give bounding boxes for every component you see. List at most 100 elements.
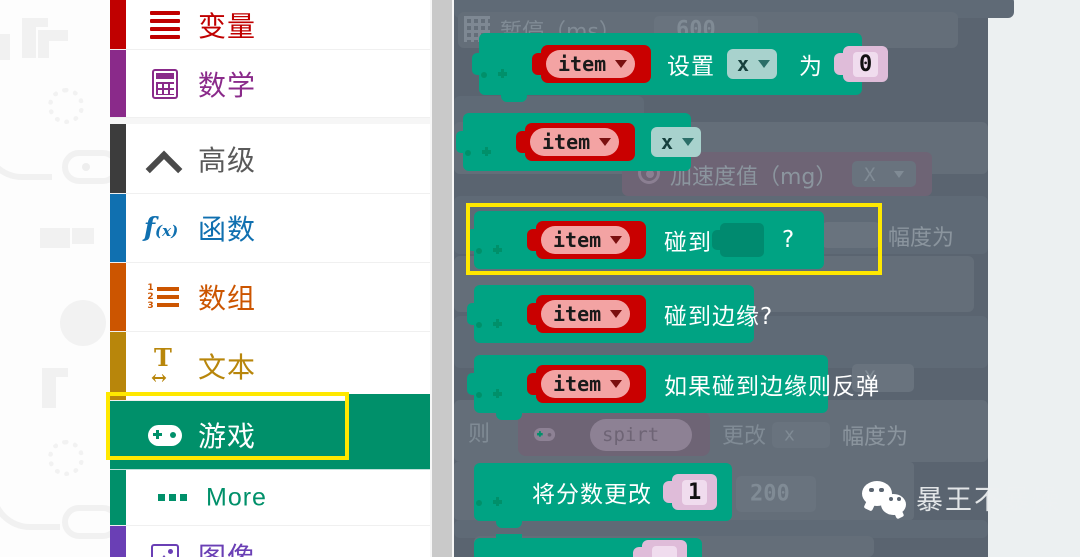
sidebar-item-more[interactable]: More	[110, 470, 430, 526]
flyout-block-change-score[interactable]: 将分数更改 1	[474, 463, 732, 528]
page-background-watermark	[0, 0, 110, 557]
app-root: + + + + + + + + + + + + + + + + > 2 1	[0, 0, 1080, 557]
sidebar-item-math[interactable]: 数学	[110, 50, 430, 118]
block-label-touching-edge: 碰到边缘?	[664, 304, 774, 330]
sidebar-item-advanced[interactable]: 高级	[110, 118, 430, 194]
block-plug	[467, 373, 477, 395]
image-icon	[148, 539, 182, 557]
number-input-socket[interactable]: 1	[672, 474, 718, 510]
category-color-stripe	[110, 50, 126, 117]
sidebar-item-label: 高级	[198, 143, 257, 177]
hamburger-icon	[148, 8, 182, 42]
sidebar-item-variables[interactable]: 变量	[110, 0, 430, 50]
variable-dropdown-item[interactable]: item	[536, 221, 646, 259]
category-color-stripe	[110, 470, 126, 525]
ghost-value-x-3: x	[784, 424, 795, 446]
wechat-watermark: 暴王不暴燥	[862, 478, 1061, 517]
sidebar-item-label: 游戏	[198, 420, 257, 453]
blocks-toolbox[interactable]: 变量 数学 高级 f(x) 函数 123 数组 T 文本	[110, 0, 430, 557]
axis-dropdown[interactable]: x	[727, 49, 778, 79]
block-notch	[496, 519, 522, 528]
block-plug	[467, 229, 477, 251]
sidebar-item-label: More	[206, 483, 267, 511]
variable-name: item	[553, 228, 602, 252]
watermark-text: 暴王不暴燥	[916, 485, 1061, 516]
ghost-label-accel: 加速度值（mg）	[670, 165, 838, 190]
number-value: 1	[682, 479, 708, 505]
block-plug	[472, 53, 482, 75]
flyout-block-touching[interactable]: item 碰到 ?	[467, 211, 824, 269]
scrollbar-thumb[interactable]	[432, 0, 452, 557]
block-plug	[467, 303, 477, 325]
calculator-icon	[148, 67, 182, 101]
ghost-field-accel-axis	[852, 161, 916, 187]
block-label-touching: 碰到	[664, 230, 712, 256]
block-plug	[456, 131, 466, 153]
flyout-block-touching-edge[interactable]: item 碰到边缘?	[467, 285, 772, 343]
ellipsis-icon	[157, 484, 187, 512]
block-notch	[501, 93, 527, 102]
toolbox-flyout[interactable]: 暂停（ms） 600 加速度值（mg） X 更改 幅度为 X 则 spirt 更…	[454, 0, 1014, 557]
variable-dropdown-item[interactable]: item	[536, 365, 646, 403]
sidebar-item-arrays[interactable]: 123 数组	[110, 263, 430, 332]
chevron-down-icon	[610, 380, 623, 388]
variable-name: item	[553, 372, 602, 396]
block-label-set: 设置	[667, 54, 715, 80]
ghost-value-200: 200	[750, 481, 790, 507]
variable-name: item	[553, 302, 602, 326]
flyout-block-get-x[interactable]: item x	[456, 113, 702, 171]
ghost-value-axis: X	[864, 164, 876, 186]
block-notch	[496, 534, 522, 542]
ghost-field-x	[822, 222, 880, 248]
numbered-list-icon: 123	[146, 280, 180, 314]
flyout-block-set-x-to[interactable]: item 设置 x 为 0	[472, 33, 889, 102]
variable-dropdown-item[interactable]: item	[536, 295, 646, 333]
chevron-down-icon	[615, 60, 628, 68]
number-value: 0	[853, 51, 879, 77]
axis-value: x	[661, 130, 674, 154]
ghost-gamepad-icon	[534, 424, 568, 445]
sidebar-item-label: 数组	[198, 282, 257, 315]
sidebar-item-label: 数学	[198, 68, 257, 102]
variable-dropdown-item[interactable]: item	[541, 45, 651, 83]
axis-dropdown[interactable]: x	[651, 127, 702, 157]
number-value	[652, 545, 678, 557]
sidebar-item-label: 变量	[198, 10, 257, 43]
axis-value: x	[737, 52, 750, 76]
ghost-caret	[894, 171, 904, 178]
chevron-down-icon	[610, 236, 623, 244]
category-color-stripe	[110, 401, 126, 469]
chevron-down-icon	[758, 60, 771, 68]
flyout-block-bounce-on-edge[interactable]: item 如果碰到边缘则反弹	[467, 355, 879, 420]
sidebar-item-label: 图像	[198, 540, 257, 557]
block-label-to: 为	[799, 54, 823, 80]
text-t-icon: T	[148, 346, 182, 389]
category-color-stripe	[110, 526, 126, 557]
ghost-label-else: 则	[468, 422, 491, 447]
variable-name: item	[542, 130, 591, 154]
block-label-change-score: 将分数更改	[532, 482, 652, 508]
number-input-socket[interactable]	[642, 540, 688, 557]
number-input-socket[interactable]: 0	[843, 46, 889, 82]
toolbox-scrollbar[interactable]	[430, 0, 454, 557]
variable-dropdown-item[interactable]: item	[525, 123, 635, 161]
variable-name: item	[558, 52, 607, 76]
fx-icon: f(x)	[143, 213, 179, 243]
wechat-icon	[862, 480, 906, 515]
chevron-down-icon	[599, 138, 612, 146]
chevron-down-icon	[682, 138, 695, 146]
sidebar-item-functions[interactable]: f(x) 函数	[110, 194, 430, 263]
sidebar-item-label: 函数	[198, 213, 257, 246]
sidebar-item-text[interactable]: T 文本	[110, 332, 430, 401]
chevron-down-icon	[610, 310, 623, 318]
category-color-stripe	[110, 124, 126, 193]
chevron-up-icon	[148, 142, 182, 176]
empty-sprite-socket[interactable]	[720, 223, 764, 257]
sidebar-item-images[interactable]: 图像	[110, 526, 430, 557]
category-color-stripe	[110, 0, 126, 49]
flyout-block-partial[interactable]	[474, 534, 702, 557]
ghost-accel-icon-dot	[646, 170, 654, 178]
block-label-bounce: 如果碰到边缘则反弹	[664, 374, 880, 400]
ghost-label-change-2: 更改	[722, 424, 767, 449]
sidebar-item-label: 文本	[198, 351, 257, 384]
